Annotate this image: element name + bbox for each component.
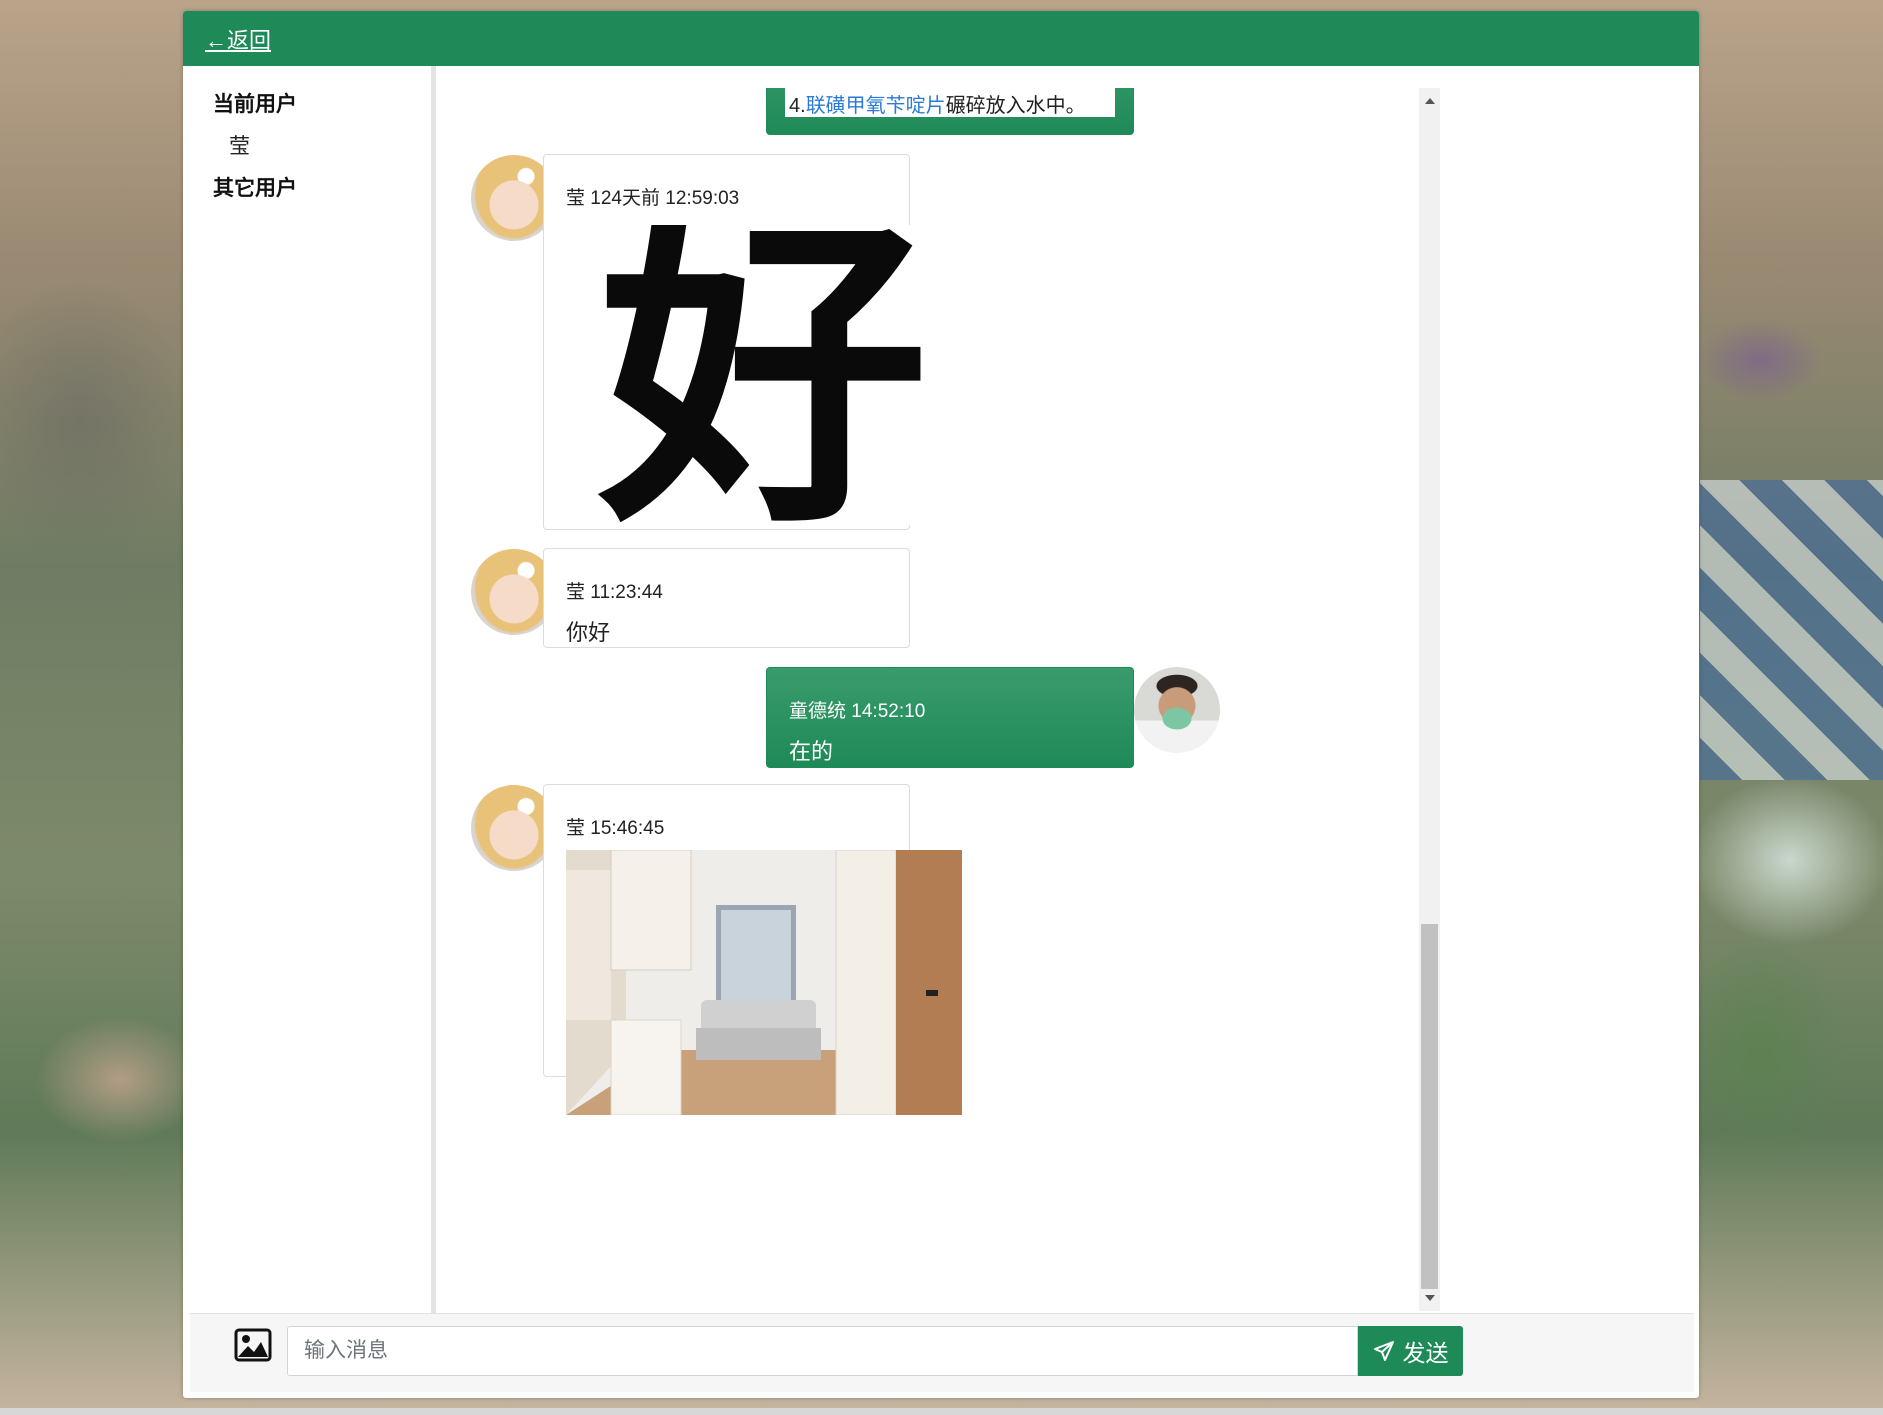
- message-time: 15:46:45: [590, 818, 665, 839]
- message-composer: 发送: [190, 1313, 1694, 1392]
- sender-name: 童德统: [789, 701, 847, 722]
- bedroom-illustration: [566, 850, 962, 1115]
- message-time: 11:23:44: [590, 582, 663, 603]
- background-pattern: [1700, 480, 1883, 780]
- sender-name: 莹: [566, 818, 586, 839]
- image-icon-svg: [234, 1328, 272, 1362]
- message-bubble-own: 童德统 14:52:10 在的: [766, 667, 1134, 768]
- message-time: 14:52:10: [851, 701, 926, 722]
- avatar[interactable]: [1134, 667, 1220, 753]
- top-bar: ←返回: [183, 11, 1699, 66]
- scroll-up-arrow[interactable]: [1425, 98, 1435, 104]
- send-button[interactable]: 发送: [1358, 1326, 1463, 1376]
- send-button-label: 发送: [1402, 1340, 1449, 1366]
- message-meta: 童德统 14:52:10: [789, 696, 925, 723]
- bedroom-photo[interactable]: [566, 850, 962, 1115]
- message-list[interactable]: 4.联磺甲氧苄啶片碾碎放入水中。 莹 124天前 12:59:03 好 莹 11…: [441, 88, 1449, 1311]
- user-sidebar: 当前用户 莹 其它用户: [183, 66, 436, 1313]
- message-time: 124天前 12:59:03: [590, 188, 740, 209]
- back-link[interactable]: ←返回: [205, 23, 271, 55]
- calligraphy-drawing: 好: [593, 179, 928, 567]
- scroll-down-arrow[interactable]: [1425, 1295, 1435, 1301]
- sender-name: 莹: [566, 582, 586, 603]
- message-partial-inner: 4.联磺甲氧苄啶片碾碎放入水中。: [785, 88, 1115, 117]
- current-user-heading: 当前用户: [213, 93, 297, 116]
- calligraphy-character: 好: [593, 225, 928, 525]
- send-plane-icon: [1373, 1341, 1394, 1361]
- other-users-heading: 其它用户: [213, 177, 297, 200]
- sender-name: 莹: [566, 188, 586, 209]
- message-bubble-partial: 4.联磺甲氧苄啶片碾碎放入水中。: [766, 88, 1134, 135]
- image-icon[interactable]: [234, 1328, 272, 1362]
- message-bubble: 莹 124天前 12:59:03 好: [543, 154, 961, 567]
- message-meta: 莹 15:46:45: [566, 813, 664, 840]
- message-suffix: 碾碎放入水中。: [945, 95, 1086, 117]
- message-meta: 莹 124天前 12:59:03: [566, 183, 739, 210]
- message-bubble: 莹 11:23:44 你好: [543, 548, 910, 648]
- chat-window: ←返回 当前用户 莹 其它用户 4.联磺甲氧苄啶片碾碎放入水中。 莹 124天前…: [183, 11, 1699, 1398]
- message-meta: 莹 11:23:44: [566, 577, 663, 604]
- scroll-thumb[interactable]: [1421, 924, 1438, 1289]
- chat-scrollbar[interactable]: [1419, 88, 1440, 1311]
- medicine-link[interactable]: 联磺甲氧苄啶片: [806, 95, 946, 117]
- calligraphy-image[interactable]: 好: [566, 179, 961, 567]
- message-input[interactable]: [287, 1326, 1358, 1376]
- message-text: 你好: [566, 620, 611, 645]
- current-user-item[interactable]: 莹: [229, 130, 431, 160]
- message-prefix: 4.: [789, 95, 806, 117]
- message-text: 在的: [789, 739, 834, 764]
- background-strip: [0, 1408, 1883, 1415]
- message-bubble: 莹 15:46:45: [543, 784, 962, 1115]
